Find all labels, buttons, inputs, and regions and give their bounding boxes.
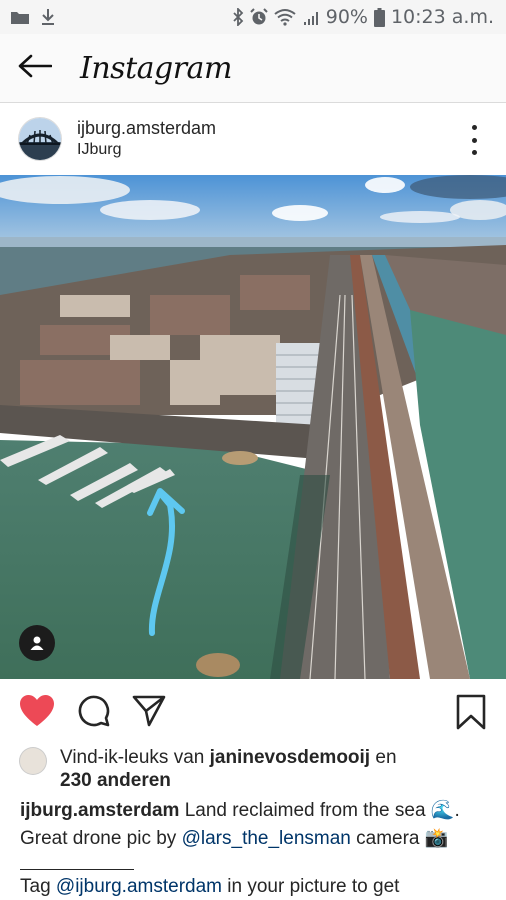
liked-by-user[interactable]: janinevosdemooij bbox=[210, 747, 370, 768]
post-actions bbox=[0, 690, 506, 736]
likes-prefix: Vind-ik-leuks van bbox=[60, 747, 210, 768]
post-photo[interactable] bbox=[0, 175, 506, 679]
likes-others[interactable]: 230 anderen bbox=[60, 770, 171, 791]
caption-tag-line: Tag @ijburg.amsterdam in your picture to… bbox=[20, 874, 490, 900]
clock: 10:23 a.m. bbox=[390, 6, 494, 28]
post-location[interactable]: IJburg bbox=[77, 139, 216, 161]
more-options-icon[interactable] bbox=[468, 125, 480, 155]
avatar[interactable] bbox=[19, 118, 61, 160]
bluetooth-icon bbox=[232, 8, 244, 26]
caption-username[interactable]: ijburg.amsterdam bbox=[20, 800, 179, 821]
app-bar: Instagram bbox=[0, 34, 506, 103]
wifi-icon bbox=[274, 8, 296, 26]
signal-icon bbox=[302, 8, 320, 26]
liker-avatar bbox=[20, 748, 46, 774]
bookmark-icon[interactable] bbox=[456, 694, 486, 735]
back-button[interactable] bbox=[0, 34, 70, 102]
post-caption: ijburg.amsterdam Land reclaimed from the… bbox=[20, 797, 490, 853]
battery-percent: 90% bbox=[325, 6, 368, 28]
heart-icon[interactable] bbox=[19, 694, 55, 733]
caption-line2: Great drone pic by bbox=[20, 828, 182, 849]
tagged-users-icon[interactable] bbox=[19, 625, 55, 661]
caption-text: Land reclaimed from the sea 🌊. bbox=[179, 800, 460, 821]
share-icon[interactable] bbox=[132, 694, 166, 733]
back-arrow-icon bbox=[18, 54, 53, 83]
battery-icon bbox=[373, 7, 385, 27]
tag-mention[interactable]: @ijburg.amsterdam bbox=[56, 876, 222, 897]
post-header: ijburg.amsterdam IJburg bbox=[0, 103, 506, 175]
likes-summary[interactable]: Vind-ik-leuks van janinevosdemooij en 23… bbox=[20, 746, 490, 792]
caption-divider bbox=[20, 869, 134, 870]
status-bar: 90% 10:23 a.m. bbox=[0, 0, 506, 34]
download-icon bbox=[40, 8, 56, 26]
folder-icon bbox=[10, 9, 30, 25]
caption-mention[interactable]: @lars_the_lensman bbox=[182, 828, 351, 849]
tag-prefix: Tag bbox=[20, 876, 56, 897]
alarm-icon bbox=[250, 8, 268, 26]
tag-suffix: in your picture to get bbox=[222, 876, 400, 897]
post-username[interactable]: ijburg.amsterdam bbox=[77, 117, 216, 139]
caption-line2-suffix: camera 📸 bbox=[350, 828, 449, 849]
likes-joiner: en bbox=[370, 747, 397, 768]
comment-icon[interactable] bbox=[77, 694, 111, 733]
instagram-wordmark: Instagram bbox=[80, 50, 232, 86]
